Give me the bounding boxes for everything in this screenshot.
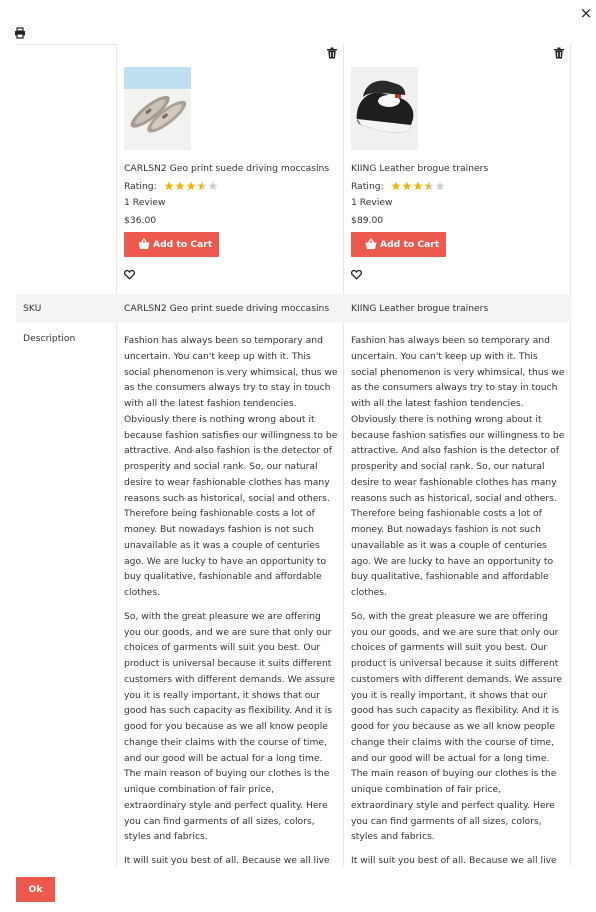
star-icon <box>208 181 218 191</box>
product-price: $89.00 <box>351 215 384 226</box>
description-paragraph: So, with the great pleasure we are offer… <box>124 610 336 843</box>
rating-stars <box>164 181 224 193</box>
reviews-link[interactable]: 1 Review <box>124 197 166 208</box>
product-price: $36.00 <box>124 215 157 226</box>
heart-icon[interactable] <box>124 269 135 280</box>
product-column: CARLSN2 Geo print suede driving moccasin… <box>117 44 344 294</box>
product-description: Fashion has always been so temporary and… <box>124 333 338 866</box>
add-to-cart-label: Add to Cart <box>153 239 213 250</box>
add-to-cart-button[interactable]: Add to Cart <box>351 232 446 257</box>
product-image[interactable] <box>124 67 191 150</box>
sku-value: CARLSN2 Geo print suede driving moccasin… <box>124 303 330 314</box>
description-paragraph: So, with the great pleasure we are offer… <box>351 610 563 843</box>
trash-icon[interactable] <box>326 47 338 59</box>
product-image[interactable] <box>351 67 418 150</box>
star-icon <box>186 181 196 191</box>
star-icon <box>164 181 174 191</box>
star-icon <box>402 181 412 191</box>
shopping-basket-icon <box>365 238 377 249</box>
sku-label: SKU <box>23 303 42 314</box>
product-name-link[interactable]: KIING Leather brogue trainers <box>351 163 488 174</box>
close-icon: × <box>579 4 593 22</box>
trash-icon[interactable] <box>553 47 565 59</box>
product-name-link[interactable]: CARLSN2 Geo print suede driving moccasin… <box>124 163 329 174</box>
product-description: Fashion has always been so temporary and… <box>351 333 565 866</box>
rating-stars <box>391 181 451 193</box>
description-paragraph: Fashion has always been so temporary and… <box>124 335 338 598</box>
ok-button[interactable]: Ok <box>16 877 55 902</box>
star-half-icon <box>197 181 207 191</box>
print-icon[interactable] <box>14 27 26 39</box>
shopping-basket-icon <box>138 238 150 249</box>
description-paragraph: It will suit you best of all. Because we… <box>351 855 557 866</box>
star-icon <box>435 181 445 191</box>
star-icon <box>175 181 185 191</box>
star-icon <box>413 181 423 191</box>
rating-label: Rating: <box>124 181 157 192</box>
heart-icon[interactable] <box>351 269 362 280</box>
description-paragraph: It will suit you best of all. Because we… <box>124 855 330 866</box>
add-to-cart-button[interactable]: Add to Cart <box>124 232 219 257</box>
reviews-link[interactable]: 1 Review <box>351 197 393 208</box>
product-column: KIING Leather brogue trainers Rating: 1 … <box>344 44 571 294</box>
compare-table[interactable]: SKU CARLSN2 Geo print suede driving mocc… <box>16 44 571 866</box>
description-label: Description <box>23 333 76 344</box>
rating-label: Rating: <box>351 181 384 192</box>
star-icon <box>391 181 401 191</box>
sku-value: KIING Leather brogue trainers <box>351 303 489 314</box>
description-paragraph: Fashion has always been so temporary and… <box>351 335 565 598</box>
star-half-icon <box>424 181 434 191</box>
close-button[interactable]: × <box>578 5 594 21</box>
add-to-cart-label: Add to Cart <box>380 239 440 250</box>
sku-row: SKU CARLSN2 Geo print suede driving mocc… <box>16 294 571 323</box>
